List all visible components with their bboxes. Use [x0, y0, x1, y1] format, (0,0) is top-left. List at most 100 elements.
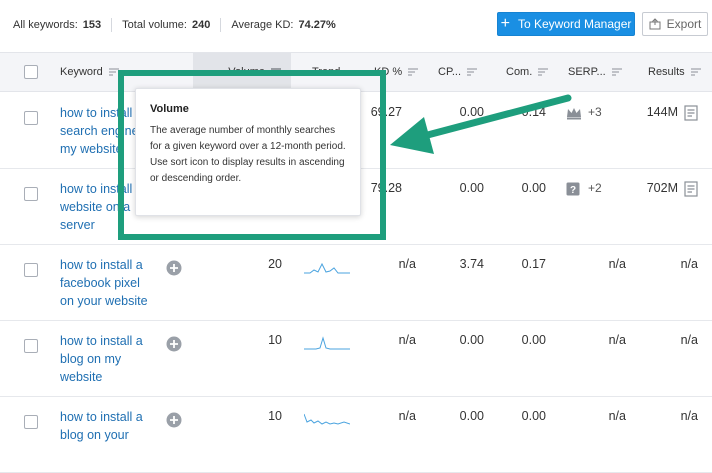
results-value: 144M — [646, 105, 678, 119]
all-keywords-value: 153 — [82, 19, 102, 31]
document-icon[interactable] — [684, 105, 698, 121]
column-keyword[interactable]: Keyword — [60, 53, 119, 91]
kd-value: 79.28 — [370, 181, 402, 195]
serp-value: n/a — [608, 409, 626, 423]
column-serp[interactable]: SERP... — [568, 53, 622, 91]
column-volume[interactable]: Volume — [193, 53, 291, 91]
trend-sparkline — [304, 336, 350, 350]
total-volume-stat: Total volume: 240 — [122, 19, 210, 31]
row-checkbox[interactable] — [24, 187, 38, 201]
checkbox[interactable] — [24, 263, 38, 277]
add-circle-icon[interactable] — [166, 336, 182, 352]
average-kd-value: 74.27% — [298, 19, 336, 31]
cpc-value: 0.00 — [459, 333, 484, 347]
average-kd-stat: Average KD: 74.27% — [231, 19, 335, 31]
row-checkbox[interactable] — [24, 339, 38, 353]
column-label: CP... — [438, 66, 462, 78]
sort-icon[interactable] — [538, 68, 549, 76]
column-competition[interactable]: Com. — [506, 53, 549, 91]
row-checkbox[interactable] — [24, 263, 38, 277]
column-kd[interactable]: KD % — [374, 53, 419, 91]
total-volume-value: 240 — [191, 19, 211, 31]
stat-divider — [111, 18, 113, 32]
cpc-value: 0.00 — [459, 181, 484, 195]
export-icon — [649, 18, 661, 30]
total-volume-label: Total volume: — [122, 19, 187, 31]
competition-value: 0.14 — [521, 105, 546, 119]
column-label: SERP... — [568, 66, 606, 78]
column-label: Results — [648, 66, 685, 78]
competition-value: 0.00 — [521, 181, 546, 195]
row-checkbox[interactable] — [24, 415, 38, 429]
column-label: KD % — [374, 66, 403, 78]
serp-features-count[interactable]: +2 — [588, 181, 602, 195]
column-trend[interactable]: Trend — [312, 53, 340, 91]
column-label: Trend — [312, 66, 341, 78]
tooltip-title: Volume — [150, 103, 189, 115]
column-label: Keyword — [60, 66, 103, 78]
checkbox[interactable] — [24, 111, 38, 125]
competition-value: 0.00 — [521, 409, 546, 423]
table-row: how to install a blog on my website 10 n… — [0, 321, 712, 397]
add-circle-icon[interactable] — [166, 412, 182, 428]
results-value: n/a — [680, 257, 698, 271]
sort-icon[interactable] — [108, 68, 119, 76]
plus-icon: + — [500, 15, 510, 32]
results-value: n/a — [680, 333, 698, 347]
crown-icon — [567, 108, 581, 120]
column-label: Com. — [506, 66, 533, 78]
serp-value: n/a — [608, 333, 626, 347]
checkbox[interactable] — [24, 339, 38, 353]
results-value: n/a — [680, 409, 698, 423]
volume-tooltip: Volume The average number of monthly sea… — [135, 88, 361, 216]
cpc-value: 3.74 — [459, 257, 484, 271]
checkbox[interactable] — [24, 65, 38, 79]
sort-icon[interactable] — [271, 68, 281, 76]
competition-value: 0.17 — [521, 257, 546, 271]
export-button[interactable]: Export — [642, 12, 708, 36]
average-kd-label: Average KD: — [231, 19, 294, 31]
question-icon: ? — [566, 182, 580, 196]
stat-divider — [220, 18, 222, 32]
keyword-link[interactable]: how to install a blog on your — [60, 408, 156, 444]
svg-text:?: ? — [570, 185, 576, 196]
volume-value: 10 — [268, 333, 282, 347]
serp-value: n/a — [608, 257, 626, 271]
column-label: Volume — [228, 66, 265, 78]
select-all-checkbox[interactable] — [24, 53, 38, 91]
kd-value: n/a — [398, 409, 416, 423]
sort-icon[interactable] — [690, 68, 701, 76]
tooltip-body: The average number of monthly searches f… — [150, 125, 346, 184]
trend-sparkline — [304, 262, 350, 274]
document-icon[interactable] — [684, 181, 698, 197]
to-keyword-manager-button[interactable]: + To Keyword Manager — [497, 12, 635, 36]
sort-icon[interactable] — [408, 68, 419, 76]
add-circle-icon[interactable] — [166, 260, 182, 276]
table-row: how to install a blog on your 10 n/a 0.0… — [0, 397, 712, 473]
competition-value: 0.00 — [521, 333, 546, 347]
keyword-manager-label: To Keyword Manager — [517, 17, 632, 31]
trend-sparkline — [304, 413, 350, 425]
results-value: 702M — [646, 181, 678, 195]
sort-icon[interactable] — [611, 68, 622, 76]
table-header: Keyword Volume Trend KD % CP... Com. SER… — [0, 52, 712, 92]
column-results[interactable]: Results — [648, 53, 701, 91]
column-cpc[interactable]: CP... — [438, 53, 478, 91]
cpc-value: 0.00 — [459, 105, 484, 119]
checkbox[interactable] — [24, 415, 38, 429]
kd-value: n/a — [398, 257, 416, 271]
volume-value: 20 — [268, 257, 282, 271]
all-keywords-label: All keywords: — [13, 19, 78, 31]
serp-features-count[interactable]: +3 — [588, 105, 602, 119]
keyword-link[interactable]: how to install a blog on my website — [60, 332, 156, 386]
kd-value: n/a — [398, 333, 416, 347]
keyword-link[interactable]: how to install a facebook pixel on your … — [60, 256, 156, 310]
sort-icon[interactable] — [467, 68, 478, 76]
cpc-value: 0.00 — [459, 409, 484, 423]
checkbox[interactable] — [24, 187, 38, 201]
row-checkbox[interactable] — [24, 111, 38, 125]
kd-value: 69.27 — [370, 105, 402, 119]
all-keywords-stat: All keywords: 153 — [13, 19, 101, 31]
volume-value: 10 — [268, 409, 282, 423]
export-label: Export — [666, 17, 702, 31]
